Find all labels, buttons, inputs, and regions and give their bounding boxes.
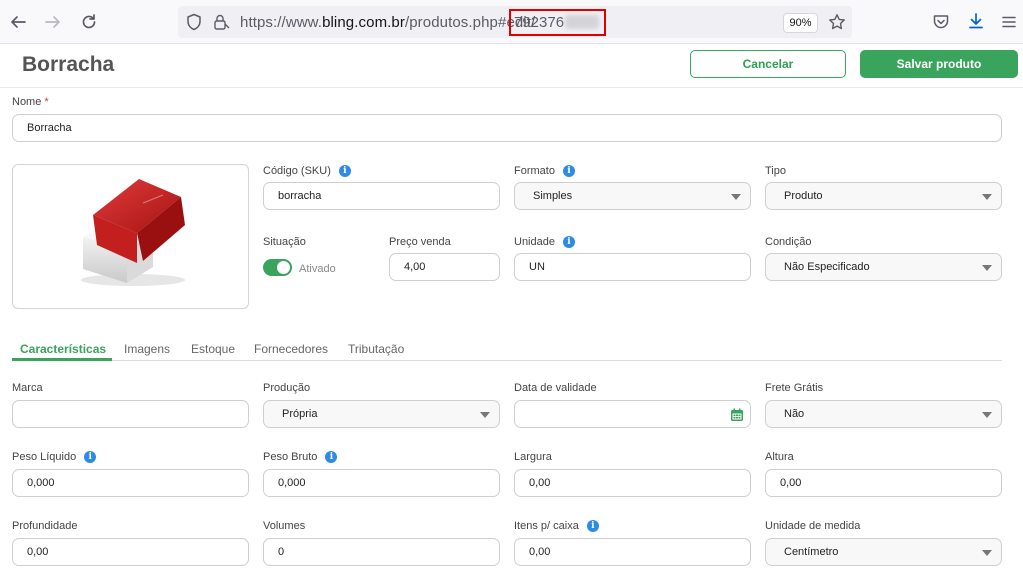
profundidade-label: Profundidade (12, 520, 78, 532)
cancel-button[interactable]: Cancelar (690, 50, 846, 78)
peso-bruto-input[interactable]: 0,000 (263, 469, 500, 497)
info-icon[interactable]: i (586, 520, 599, 532)
info-icon[interactable]: i (84, 451, 97, 463)
back-icon[interactable] (5, 9, 31, 35)
calendar-icon[interactable] (730, 408, 744, 425)
active-tab-indicator (12, 358, 112, 361)
producao-label: Produção (263, 382, 311, 394)
pocket-icon[interactable] (932, 13, 950, 34)
itens-caixa-label: Itens p/ caixa i (514, 520, 599, 532)
largura-input[interactable]: 0,00 (514, 469, 751, 497)
producao-select[interactable]: Própria (263, 400, 500, 428)
frete-select[interactable]: Não (765, 400, 1002, 428)
tab-tributacao[interactable]: Tributação (348, 342, 404, 356)
forward-icon[interactable] (40, 9, 66, 35)
tipo-select[interactable]: Produto (765, 182, 1002, 210)
url-highlight-box (509, 9, 606, 36)
peso-liquido-label: Peso Líquido i (12, 451, 97, 463)
validade-label: Data de validade (514, 382, 597, 394)
situacao-toggle[interactable] (263, 259, 292, 276)
info-icon[interactable]: i (338, 165, 351, 177)
url-domain: bling.com.br (322, 14, 405, 31)
chevron-down-icon (480, 412, 490, 418)
chevron-down-icon (982, 194, 992, 200)
preco-input[interactable]: 4,00 (389, 253, 500, 281)
unidade-label: Unidade i (514, 236, 575, 248)
tipo-label: Tipo (765, 165, 786, 177)
unidade-input[interactable]: UN (514, 253, 751, 281)
star-icon[interactable] (828, 13, 846, 34)
product-tabs: Características Imagens Estoque Forneced… (12, 337, 1002, 361)
codigo-label: Código (SKU) i (263, 165, 351, 177)
download-icon[interactable] (967, 12, 985, 33)
itens-caixa-input[interactable]: 0,00 (514, 538, 751, 566)
codigo-input[interactable]: borracha (263, 182, 500, 210)
url-prefix: https://www. (240, 14, 323, 31)
chevron-down-icon (982, 265, 992, 271)
nome-label: Nome * (12, 96, 49, 108)
formato-select[interactable]: Simples (514, 182, 751, 210)
shield-icon[interactable] (186, 13, 202, 34)
reload-icon[interactable] (76, 9, 102, 35)
unidade-medida-select[interactable]: Centímetro (765, 538, 1002, 566)
menu-icon[interactable] (1000, 13, 1018, 34)
validade-input[interactable] (514, 400, 751, 428)
volumes-label: Volumes (263, 520, 306, 532)
browser-toolbar: https://www.bling.com.br/produtos.php#ed… (0, 0, 1023, 44)
marca-input[interactable] (12, 400, 249, 428)
eraser-image (81, 179, 185, 286)
url-text: https://www.bling.com.br/produtos.php#ed… (240, 14, 535, 31)
marca-label: Marca (12, 382, 43, 394)
largura-label: Largura (514, 451, 552, 463)
chevron-down-icon (731, 194, 741, 200)
frete-label: Frete Grátis (765, 382, 824, 394)
tab-caracteristicas[interactable]: Características (20, 342, 106, 356)
zoom-level[interactable]: 90% (783, 13, 818, 33)
info-icon[interactable]: i (562, 236, 575, 248)
peso-bruto-label: Peso Bruto i (263, 451, 338, 463)
lock-icon[interactable] (212, 13, 230, 34)
preco-label: Preço venda (389, 236, 451, 248)
profundidade-input[interactable]: 0,00 (12, 538, 249, 566)
situacao-label: Situação (263, 236, 306, 248)
situacao-status: Ativado (299, 263, 336, 275)
save-product-button[interactable]: Salvar produto (860, 50, 1018, 78)
condicao-select[interactable]: Não Especificado (765, 253, 1002, 281)
chevron-down-icon (982, 412, 992, 418)
product-image-box[interactable] (12, 164, 249, 309)
info-icon[interactable]: i (325, 451, 338, 463)
unidade-medida-label: Unidade de medida (765, 520, 861, 532)
nome-input[interactable]: Borracha (12, 114, 1002, 142)
condicao-label: Condição (765, 236, 812, 248)
tab-fornecedores[interactable]: Fornecedores (254, 342, 328, 356)
tab-estoque[interactable]: Estoque (191, 342, 235, 356)
formato-label: Formato i (514, 165, 575, 177)
peso-liquido-input[interactable]: 0,000 (12, 469, 249, 497)
page-header: Borracha Cancelar Salvar produto (0, 44, 1023, 88)
chevron-down-icon (982, 550, 992, 556)
volumes-input[interactable]: 0 (263, 538, 500, 566)
tab-imagens[interactable]: Imagens (124, 342, 170, 356)
required-mark: * (44, 96, 49, 108)
page-title: Borracha (22, 53, 115, 76)
info-icon[interactable]: i (562, 165, 575, 177)
altura-input[interactable]: 0,00 (765, 469, 1002, 497)
altura-label: Altura (765, 451, 794, 463)
